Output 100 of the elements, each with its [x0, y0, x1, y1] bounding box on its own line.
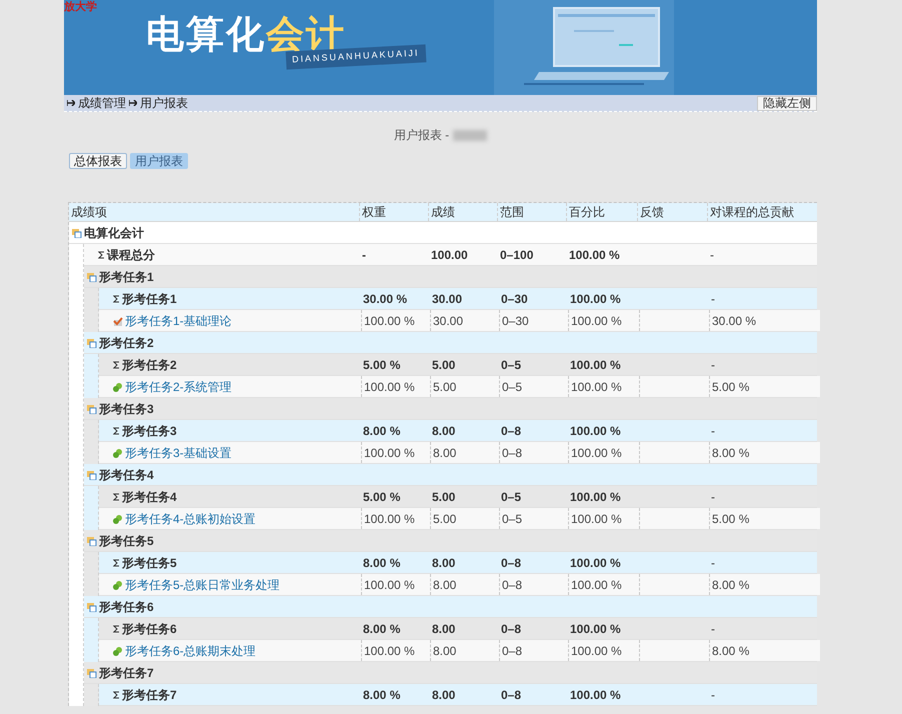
table-cell-text: 5.00 %	[712, 512, 750, 526]
table-cell-text: -	[711, 292, 715, 306]
table-cell-text: 8.00 %	[712, 578, 750, 592]
table-cell-text: 100.00 %	[569, 248, 620, 262]
category-name: 形考任务4	[99, 466, 154, 484]
grade-item-link[interactable]: 形考任务4-总账初始设置	[125, 510, 256, 528]
table-cell-text: 100.00 %	[364, 578, 415, 592]
table-cell-text: 100.00 %	[364, 446, 415, 460]
column-header: 成绩	[428, 203, 497, 221]
table-cell-text: 0–8	[501, 688, 522, 702]
table-cell-text: -	[711, 490, 715, 504]
table-cell-text: 5.00	[433, 512, 456, 526]
table-cell-text: 100.00 %	[571, 644, 622, 658]
table-cell-text: 100.00 %	[571, 446, 622, 460]
table-cell-text: 0–5	[501, 358, 522, 372]
table-cell-text: 5.00 %	[363, 490, 400, 504]
sigma-icon	[113, 294, 120, 302]
sigma-icon	[113, 426, 120, 434]
table-cell-text: 30.00 %	[712, 314, 756, 328]
column-header: 权重	[359, 203, 428, 221]
table-cell-text: 8.00	[432, 556, 456, 570]
folder-icon	[87, 404, 97, 414]
column-header: 范围	[497, 203, 566, 221]
category-name: 形考任务6	[99, 598, 154, 616]
grade-item-link[interactable]: 形考任务1-基础理论	[125, 312, 232, 330]
table-cell-text: 100.00 %	[570, 292, 621, 306]
table-cell-text: -	[711, 424, 715, 438]
sigma-icon	[98, 250, 105, 258]
table-cell-text: 8.00	[432, 622, 456, 636]
table-cell-text: 0–30	[501, 292, 528, 306]
table-cell-text: 8.00	[432, 424, 456, 438]
report-title: 用户报表 -	[394, 127, 450, 144]
grade-item-link[interactable]: 形考任务6-总账期末处理	[125, 642, 256, 660]
folder-icon	[87, 338, 97, 348]
leaf-icon	[113, 514, 123, 524]
table-cell-text: 8.00 %	[712, 644, 750, 658]
table-cell-text: 0–5	[501, 490, 522, 504]
leaf-icon	[113, 448, 123, 458]
total-name: 形考任务6	[122, 620, 177, 638]
table-cell-text: 100.00 %	[570, 424, 621, 438]
table-cell-text: 100.00 %	[570, 556, 621, 570]
total-name: 形考任务2	[122, 356, 177, 374]
table-cell-text: -	[710, 248, 714, 262]
leaf-icon	[113, 382, 123, 392]
table-cell-text: 100.00 %	[570, 358, 621, 372]
breadcrumb-link[interactable]: 用户报表	[140, 94, 188, 112]
table-cell-text: -	[362, 248, 366, 262]
hide-left-button[interactable]: 隐藏左侧	[757, 96, 817, 110]
folder-icon	[72, 228, 82, 238]
table-cell-text: -	[711, 556, 715, 570]
table-cell-text: 0–8	[502, 446, 522, 460]
table-cell-text: 8.00 %	[363, 622, 400, 636]
table-cell-text: 100.00 %	[571, 380, 622, 394]
category-name: 形考任务7	[99, 664, 154, 682]
table-cell-text: 100.00 %	[570, 490, 621, 504]
table-cell-text: 0–5	[502, 512, 522, 526]
leaf-icon	[113, 580, 123, 590]
sigma-icon	[113, 360, 120, 368]
table-cell-text: 5.00	[432, 490, 456, 504]
category-name: 形考任务1	[99, 268, 154, 286]
table-cell-text: 100.00 %	[570, 622, 621, 636]
report-tab[interactable]: 总体报表	[69, 153, 127, 169]
table-cell-text: 8.00	[433, 446, 456, 460]
table-cell-text: 0–8	[502, 578, 522, 592]
total-name: 课程总分	[107, 246, 155, 264]
grade-item-link[interactable]: 形考任务2-系统管理	[125, 378, 232, 396]
table-cell-text: 30.00	[432, 292, 462, 306]
folder-icon	[87, 602, 97, 612]
total-name: 形考任务3	[122, 422, 177, 440]
sigma-icon	[113, 624, 120, 632]
table-cell-text: 100.00 %	[364, 512, 415, 526]
column-header: 成绩项	[70, 204, 108, 221]
table-cell-text: 8.00	[433, 644, 456, 658]
redacted-name	[453, 130, 488, 140]
table-cell-text: 5.00 %	[712, 380, 750, 394]
table-cell-text: 0–8	[501, 424, 522, 438]
grade-item-link[interactable]: 形考任务3-基础设置	[125, 444, 232, 462]
total-name: 形考任务4	[122, 488, 177, 506]
report-tab[interactable]: 用户报表	[130, 153, 188, 169]
table-cell-text: -	[711, 688, 715, 702]
table-cell-text: 30.00 %	[363, 292, 408, 306]
logo-text: 放大学	[64, 2, 97, 13]
table-cell-text: 30.00	[433, 314, 464, 328]
category-name: 形考任务5	[99, 532, 154, 550]
table-cell-text: 0–100	[500, 248, 534, 262]
table-cell-text: 100.00 %	[571, 314, 622, 328]
folder-icon	[87, 272, 97, 282]
breadcrumb-link[interactable]: 成绩管理	[78, 94, 126, 112]
category-name: 电算化会计	[84, 224, 144, 242]
table-cell-text: 8.00 %	[363, 688, 400, 702]
table-cell-text: 0–8	[501, 556, 522, 570]
table-cell-text: 5.00 %	[363, 358, 400, 372]
folder-icon	[87, 470, 97, 480]
table-cell-text: 0–8	[502, 644, 522, 658]
arrow-icon	[67, 100, 75, 106]
grade-item-link[interactable]: 形考任务5-总账日常业务处理	[125, 576, 280, 594]
table-cell-text: 0–30	[502, 314, 529, 328]
table-cell-text: 8.00 %	[363, 556, 400, 570]
table-cell-text: 100.00 %	[571, 578, 622, 592]
total-name: 形考任务5	[122, 554, 177, 572]
